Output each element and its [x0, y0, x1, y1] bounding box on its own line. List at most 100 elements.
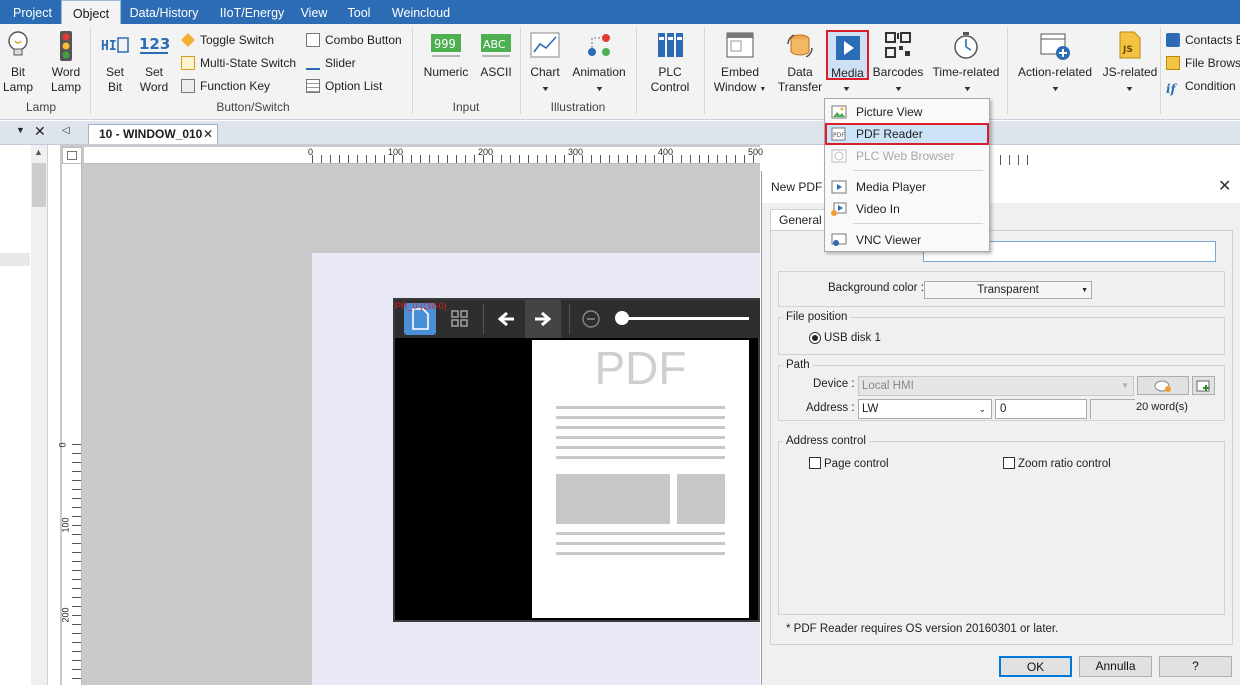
- panel-menu-arrow-icon[interactable]: ▼: [16, 125, 25, 135]
- tab-close-icon[interactable]: ✕: [203, 125, 213, 144]
- tab-view[interactable]: View: [296, 0, 332, 24]
- help-button[interactable]: ?: [1159, 656, 1232, 677]
- barcodes-dropdown-arrow[interactable]: ▼: [894, 86, 904, 93]
- action-related-button[interactable]: Action-related: [1012, 30, 1098, 80]
- data-transfer-label-2: Transfer: [777, 80, 823, 94]
- numeric-button[interactable]: 999 Numeric: [420, 30, 472, 80]
- menu-item-picture-view[interactable]: Picture View: [825, 102, 989, 122]
- bit-lamp-label-1: Bit: [10, 65, 25, 79]
- condition-button[interactable]: if Condition: [1166, 78, 1236, 96]
- set-bit-button[interactable]: HI Set Bit: [98, 30, 132, 95]
- select-arrow-icon: ▼: [1121, 381, 1129, 390]
- tab-scroll-left-icon[interactable]: ◁: [62, 125, 70, 136]
- zoom-slider-track[interactable]: [619, 317, 749, 320]
- previous-page-arrow-icon[interactable]: [496, 309, 516, 329]
- zoom-slider-thumb[interactable]: [615, 311, 629, 325]
- path-legend: Path: [783, 359, 813, 371]
- tab-window-010[interactable]: 10 - WINDOW_010 ✕: [88, 124, 218, 144]
- file-browser-label: File Browse: [1185, 56, 1240, 70]
- ruler-corner-icon: [67, 151, 77, 160]
- action-related-dropdown-arrow[interactable]: ▼: [1051, 86, 1061, 93]
- ok-button[interactable]: OK: [999, 656, 1072, 677]
- add-device-button[interactable]: [1192, 376, 1215, 395]
- set-bit-label-2: Bit: [107, 80, 122, 94]
- data-transfer-button[interactable]: Data Transfer: [774, 30, 826, 95]
- toggle-switch-button[interactable]: Toggle Switch: [181, 32, 274, 48]
- animation-button[interactable]: Animation: [569, 30, 629, 80]
- tab-tool[interactable]: Tool: [340, 0, 378, 24]
- dialog-close-icon[interactable]: ✕: [1218, 176, 1231, 196]
- zoom-out-icon[interactable]: [581, 309, 601, 329]
- multi-state-switch-button[interactable]: Multi-State Switch: [181, 55, 296, 71]
- js-related-button[interactable]: JS JS-related: [1100, 30, 1160, 80]
- address-index-field[interactable]: [1090, 399, 1135, 419]
- tab-weincloud[interactable]: Weincloud: [386, 0, 456, 24]
- plc-control-button[interactable]: PLC Control: [646, 30, 694, 95]
- contacts-button[interactable]: Contacts E: [1166, 32, 1240, 48]
- tab-iiot-energy[interactable]: IIoT/Energy: [208, 0, 296, 24]
- ascii-icon-text: ABC: [483, 38, 506, 51]
- option-list-label: Option List: [325, 79, 383, 93]
- background-color-select[interactable]: Transparent ▼: [924, 281, 1092, 299]
- combo-button-icon: [306, 33, 320, 47]
- left-panel-scrollbar[interactable]: [31, 145, 47, 685]
- address-type-select[interactable]: LW ⌄: [858, 399, 992, 419]
- file-browser-button[interactable]: File Browse: [1166, 55, 1240, 71]
- embed-window-dropdown-arrow[interactable]: ▼: [759, 86, 766, 93]
- word-lamp-button[interactable]: Word Lamp: [48, 30, 84, 95]
- time-related-dropdown-arrow[interactable]: ▼: [963, 86, 973, 93]
- ruler-label: 0: [57, 442, 68, 448]
- left-panel-selected-row[interactable]: [0, 253, 30, 266]
- page-control-checkbox[interactable]: [809, 457, 821, 469]
- zoom-ratio-control-checkbox[interactable]: [1003, 457, 1015, 469]
- ribbon-separator: [90, 28, 91, 114]
- chart-dropdown-arrow[interactable]: ▼: [541, 86, 551, 93]
- menu-item-pdf-reader[interactable]: PDF PDF Reader: [825, 123, 989, 145]
- zoom-ratio-control-option[interactable]: Zoom ratio control: [1003, 457, 1111, 470]
- plc-control-label-2: Control: [650, 80, 690, 94]
- next-page-button[interactable]: [525, 300, 561, 338]
- scrollbar-thumb[interactable]: [32, 163, 46, 207]
- page-control-label: Page control: [824, 458, 889, 470]
- chart-button[interactable]: Chart: [526, 30, 564, 80]
- media-button[interactable]: Media: [826, 30, 869, 80]
- embed-window-button[interactable]: Embed Window ▼: [710, 30, 770, 97]
- function-key-button[interactable]: Function Key: [181, 78, 270, 94]
- svg-text:PDF: PDF: [833, 132, 845, 139]
- tab-general[interactable]: General: [770, 209, 825, 231]
- page-control-option[interactable]: Page control: [809, 457, 889, 470]
- time-related-button[interactable]: Time-related: [930, 30, 1002, 80]
- device-settings-button[interactable]: [1137, 376, 1189, 395]
- panel-close-icon[interactable]: ✕: [34, 123, 46, 140]
- scroll-up-icon[interactable]: ▲: [34, 147, 43, 157]
- background-color-label: Background color :: [828, 282, 924, 294]
- barcodes-button[interactable]: Barcodes: [872, 30, 924, 80]
- menu-item-vnc-viewer[interactable]: VNC Viewer: [825, 230, 989, 250]
- ascii-button[interactable]: ABC ASCII: [476, 30, 516, 80]
- address-value-input[interactable]: 0: [995, 399, 1087, 419]
- thumbnail-grid-icon[interactable]: [451, 310, 469, 328]
- tab-object[interactable]: Object: [61, 0, 121, 24]
- cancel-button[interactable]: Annulla: [1079, 656, 1152, 677]
- set-word-button[interactable]: 123 Set Word: [136, 30, 172, 95]
- group-lamp: Lamp: [25, 100, 57, 114]
- device-value: Local HMI: [862, 380, 914, 392]
- media-dropdown-arrow[interactable]: ▼: [842, 86, 852, 93]
- js-related-dropdown-arrow[interactable]: ▼: [1125, 86, 1135, 93]
- vnc-viewer-icon: [831, 233, 847, 246]
- animation-dropdown-arrow[interactable]: ▼: [595, 86, 605, 93]
- slider-button[interactable]: Slider: [306, 55, 356, 71]
- bit-lamp-button[interactable]: Bit Lamp: [2, 30, 34, 95]
- pdf-text-line: [556, 532, 725, 535]
- usb-disk-radio[interactable]: [809, 332, 821, 344]
- ribbon-separator: [1160, 28, 1161, 114]
- menu-item-video-in[interactable]: Video In: [825, 199, 989, 219]
- tab-project[interactable]: Project: [4, 0, 61, 24]
- tab-data-history[interactable]: Data/History: [122, 0, 206, 24]
- action-related-label: Action-related: [1017, 65, 1093, 79]
- js-icon-text: JS: [1122, 45, 1133, 55]
- option-list-button[interactable]: Option List: [306, 78, 382, 94]
- device-select[interactable]: Local HMI ▼: [858, 376, 1134, 396]
- menu-item-media-player[interactable]: Media Player: [825, 177, 989, 197]
- combo-button-button[interactable]: Combo Button: [306, 32, 402, 48]
